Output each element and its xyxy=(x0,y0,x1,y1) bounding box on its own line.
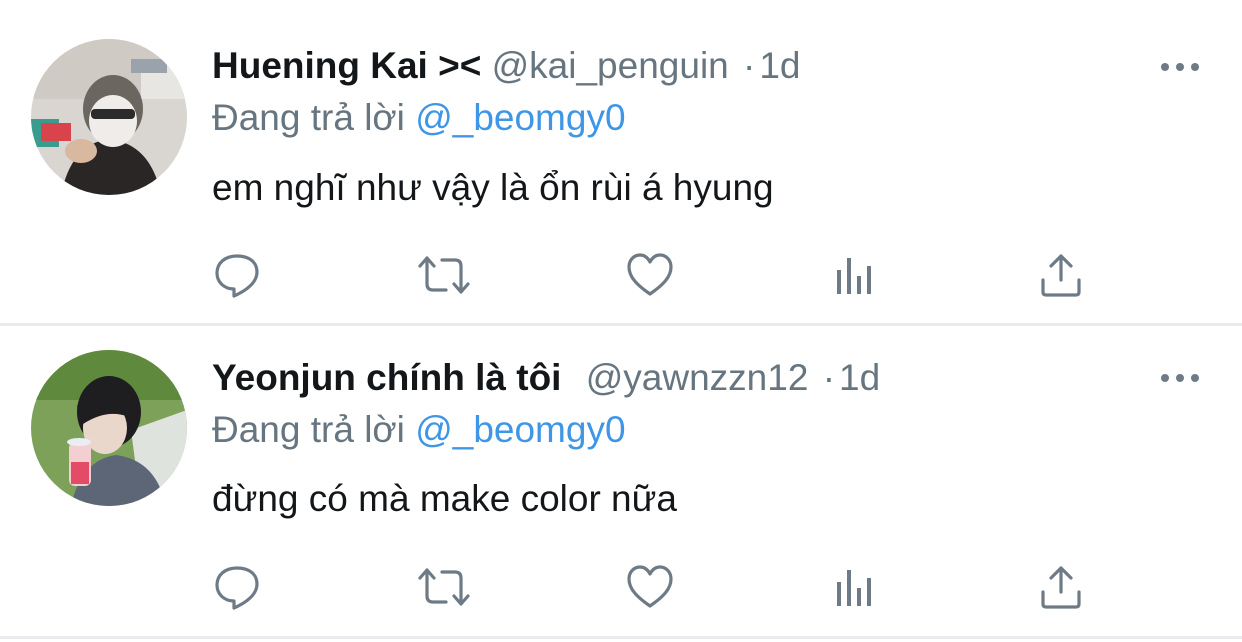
retweet-icon xyxy=(418,256,470,294)
timestamp[interactable]: 1d xyxy=(839,357,880,398)
share-button[interactable] xyxy=(1036,250,1086,300)
tweet-text: đừng có mà make color nữa xyxy=(212,478,677,519)
reply-context: Đang trả lời @_beomgy0 xyxy=(212,408,626,452)
reply-button[interactable] xyxy=(212,562,262,612)
tweet-header: Huening Kai >< @kai_penguin · 1d xyxy=(212,44,801,88)
timestamp[interactable]: 1d xyxy=(759,45,800,86)
reply-bubble-icon xyxy=(215,254,259,298)
reply-mention-link[interactable]: @_beomgy0 xyxy=(415,97,625,138)
display-name[interactable]: Yeonjun chính là tôi xyxy=(212,357,561,398)
more-options-button[interactable] xyxy=(1158,57,1202,77)
reply-context: Đang trả lời @_beomgy0 xyxy=(212,96,626,140)
like-button[interactable] xyxy=(625,250,675,300)
like-button[interactable] xyxy=(625,562,675,612)
reply-bubble-icon xyxy=(215,566,259,610)
share-upload-icon xyxy=(1041,254,1081,297)
analytics-bars-icon xyxy=(837,258,871,294)
separator-dot: · xyxy=(743,45,756,86)
user-handle[interactable]: @kai_penguin xyxy=(492,45,729,86)
tweet[interactable]: Huening Kai >< @kai_penguin · 1d Đang trả… xyxy=(0,0,1242,324)
divider xyxy=(0,636,1242,639)
more-horizontal-icon xyxy=(1161,63,1199,71)
analytics-bars-icon xyxy=(837,570,871,606)
more-options-button[interactable] xyxy=(1158,368,1202,388)
reply-button[interactable] xyxy=(212,250,262,300)
tweet[interactable]: Yeonjun chính là tôi @yawnzzn12 · 1d Đang… xyxy=(0,326,1242,636)
more-horizontal-icon xyxy=(1161,374,1199,382)
user-handle[interactable]: @yawnzzn12 xyxy=(586,357,809,398)
reply-mention-link[interactable]: @_beomgy0 xyxy=(415,409,625,450)
reply-prefix: Đang trả lời xyxy=(212,97,405,138)
avatar[interactable] xyxy=(31,39,187,195)
tweet-header: Yeonjun chính là tôi @yawnzzn12 · 1d xyxy=(212,356,880,400)
retweet-button[interactable] xyxy=(416,250,470,300)
heart-icon xyxy=(627,253,673,296)
tweet-feed: Huening Kai >< @kai_penguin · 1d Đang trả… xyxy=(0,0,1242,642)
retweet-button[interactable] xyxy=(416,562,470,612)
reply-prefix: Đang trả lời xyxy=(212,409,405,450)
analytics-button[interactable] xyxy=(831,250,881,300)
separator-dot: · xyxy=(822,357,836,398)
analytics-button[interactable] xyxy=(831,562,881,612)
display-name[interactable]: Huening Kai >< xyxy=(212,45,481,86)
tweet-text: em nghĩ như vậy là ổn rùi á hyung xyxy=(212,167,774,208)
retweet-icon xyxy=(418,568,470,606)
share-button[interactable] xyxy=(1036,562,1086,612)
avatar[interactable] xyxy=(31,350,187,506)
heart-icon xyxy=(627,565,673,608)
share-upload-icon xyxy=(1041,566,1081,609)
